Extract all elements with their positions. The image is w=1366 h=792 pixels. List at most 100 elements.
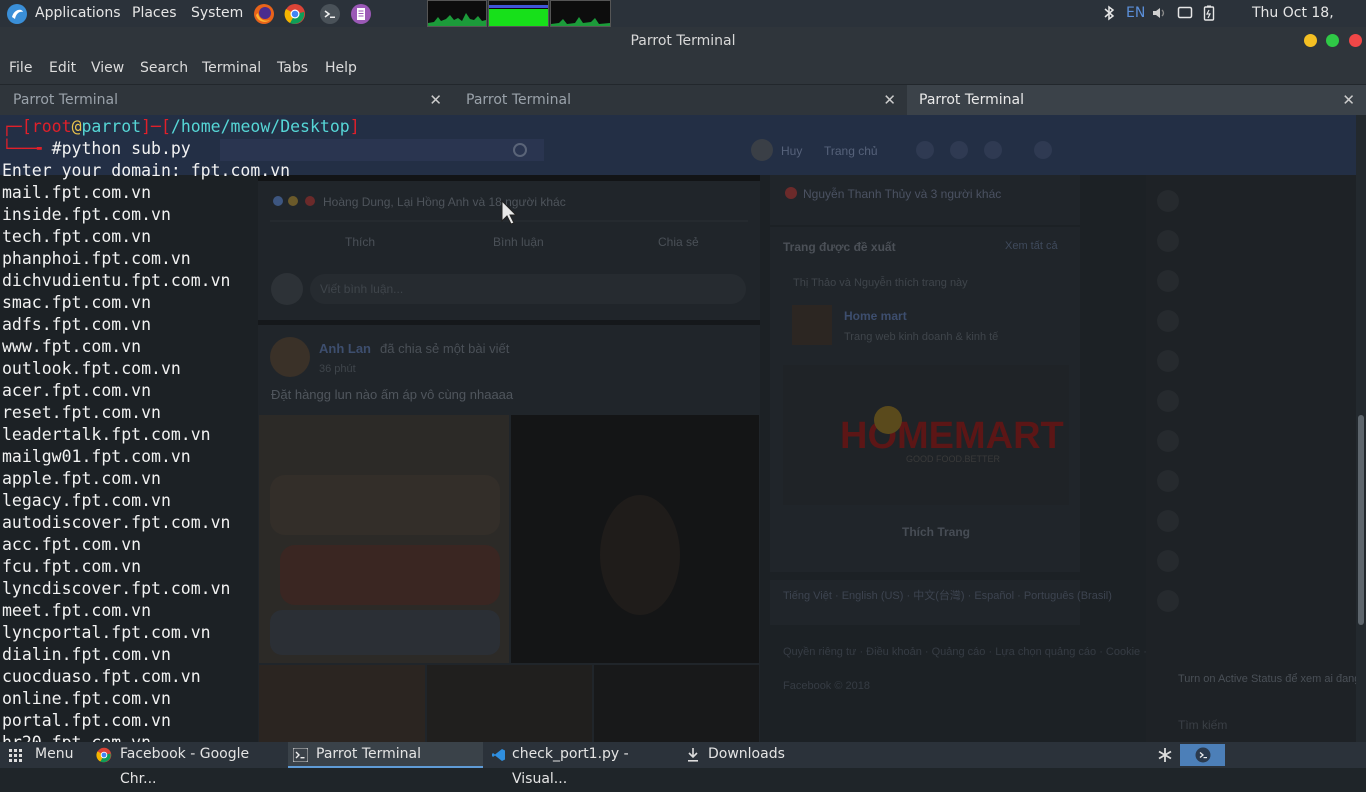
output-line: dialin.fpt.com.vn <box>2 645 171 664</box>
output-line: acer.fpt.com.vn <box>2 381 152 400</box>
taskbar-menu-button[interactable]: Menu <box>35 742 73 768</box>
top-panel: Applications Places System EN Thu Oct 18… <box>0 0 1366 48</box>
bg-share: Chia sẻ <box>658 235 699 249</box>
close-tab-icon[interactable]: ✕ <box>1342 85 1355 115</box>
taskbar-item-chrome[interactable]: Facebook - Google Chr... <box>92 742 286 787</box>
terminal-launcher-icon[interactable] <box>319 3 341 25</box>
tab-bar: Parrot Terminal ✕ Parrot Terminal ✕ Parr… <box>0 84 1366 115</box>
output-line: inside.fpt.com.vn <box>2 205 171 224</box>
output-line: portal.fpt.com.vn <box>2 711 171 730</box>
menu-help[interactable]: Help <box>325 56 357 80</box>
tab-terminal-3[interactable]: Parrot Terminal ✕ <box>907 85 1366 115</box>
tab-label: Parrot Terminal <box>466 92 572 108</box>
prompt-path: /home/meow/Desktop <box>170 117 350 136</box>
close-tab-icon[interactable]: ✕ <box>883 85 896 115</box>
output-line: lyncdiscover.fpt.com.vn <box>2 579 231 598</box>
menu-terminal[interactable]: Terminal <box>202 56 261 80</box>
bg-footer-links: Quyền riêng tư · Điều khoản · Quảng cáo … <box>783 646 1200 658</box>
bg-page-name: Home mart <box>844 309 907 323</box>
chrome-icon[interactable] <box>284 3 306 25</box>
terminal-area[interactable]: Huy Trang chủ Hoàng Dung, Lại Hồng Anh v… <box>0 115 1366 742</box>
terminal-output[interactable]: ┌─[root@parrot]─[/home/meow/Desktop] └──╼… <box>2 116 360 742</box>
tab-label: Parrot Terminal <box>13 92 119 108</box>
bg-header-home: Trang chủ <box>824 144 878 158</box>
menu-grid-icon[interactable] <box>9 749 23 762</box>
taskbar-item-label: check_port1.py - Visual... <box>512 746 629 787</box>
screen-icon[interactable] <box>1177 5 1193 21</box>
output-line: phanphoi.fpt.com.vn <box>2 249 191 268</box>
bg-see-all: Xem tất cả <box>1005 240 1058 252</box>
menu-file[interactable]: File <box>9 56 32 80</box>
menu-search[interactable]: Search <box>140 56 188 80</box>
terminal-workspace-icon <box>1195 747 1211 763</box>
system-menu[interactable]: System <box>191 0 243 27</box>
output-line: tech.fpt.com.vn <box>2 227 152 246</box>
bluetooth-icon[interactable] <box>1102 5 1116 21</box>
network-graph <box>550 0 611 27</box>
close-tab-icon[interactable]: ✕ <box>429 85 442 115</box>
window-titlebar[interactable]: Parrot Terminal <box>0 27 1366 56</box>
taskbar-item-vscode[interactable]: check_port1.py - Visual... <box>488 742 682 787</box>
taskbar-item-label: Parrot Terminal <box>316 746 422 762</box>
memory-graph <box>488 0 549 27</box>
battery-icon[interactable] <box>1203 5 1215 21</box>
prompt-line: ┌─[root@parrot]─[/home/meow/Desktop] <box>2 116 360 138</box>
menu-tabs[interactable]: Tabs <box>277 56 308 80</box>
tab-terminal-1[interactable]: Parrot Terminal ✕ <box>0 85 453 115</box>
bg-copyright: Facebook © 2018 <box>783 680 870 692</box>
workspace-switcher[interactable] <box>1180 744 1225 766</box>
menu-bar: File Edit View Search Terminal Tabs Help <box>0 56 1366 84</box>
places-menu[interactable]: Places <box>132 0 177 27</box>
terminal-scrollbar[interactable] <box>1356 115 1366 742</box>
prompt-host: parrot <box>81 117 142 136</box>
asterisk-icon[interactable] <box>1157 747 1173 763</box>
menu-view[interactable]: View <box>91 56 124 80</box>
tab-terminal-2[interactable]: Parrot Terminal ✕ <box>453 85 907 115</box>
output-line: Enter your domain: fpt.com.vn <box>2 161 291 180</box>
bg-chat-status: Turn on Active Status để xem ai đang có … <box>1178 673 1366 685</box>
window-title: Parrot Terminal <box>630 33 736 49</box>
applications-menu[interactable]: Applications <box>35 0 121 27</box>
close-window-button[interactable] <box>1349 34 1362 47</box>
bg-chat-search: Tìm kiếm <box>1178 718 1227 732</box>
terminal-icon <box>293 748 308 762</box>
keyboard-layout-indicator[interactable]: EN <box>1126 0 1145 27</box>
bottom-taskbar: Menu Facebook - Google Chr... Parrot Ter… <box>0 742 1366 787</box>
clock[interactable]: Thu Oct 18, 12:09 <box>1252 0 1366 48</box>
vscode-icon <box>492 749 505 761</box>
output-line: mail.fpt.com.vn <box>2 183 152 202</box>
prompt-arrow: └──╼ <box>2 139 52 158</box>
bg-page-logo: HOMEMART <box>840 415 1064 457</box>
bg-page-desc: Trang web kinh doanh & kinh tế <box>844 331 998 343</box>
prompt-bracket: ] <box>349 117 360 136</box>
text-editor-icon[interactable] <box>350 3 372 25</box>
command-line: └──╼ #python sub.py <box>2 138 360 160</box>
output-line: lyncportal.fpt.com.vn <box>2 623 211 642</box>
output-line: dichvudientu.fpt.com.vn <box>2 271 231 290</box>
prompt-at: @ <box>71 117 82 136</box>
scrollbar-thumb[interactable] <box>1358 415 1364 625</box>
bg-page-slogan: GOOD FOOD.BETTER <box>906 454 1001 464</box>
taskbar-item-downloads[interactable]: Downloads <box>684 742 824 768</box>
firefox-icon[interactable] <box>253 3 275 25</box>
bg-liked-by: Thị Thảo và Nguyễn thích trang này <box>793 276 968 289</box>
taskbar-item-terminal[interactable]: Parrot Terminal <box>288 742 483 768</box>
output-line: reset.fpt.com.vn <box>2 403 161 422</box>
output-line: fcu.fpt.com.vn <box>2 557 142 576</box>
output-line: legacy.fpt.com.vn <box>2 491 171 510</box>
output-line: apple.fpt.com.vn <box>2 469 161 488</box>
output-line: leadertalk.fpt.com.vn <box>2 425 211 444</box>
volume-icon[interactable] <box>1151 5 1169 21</box>
bg-post-action: đã chia sẻ một bài viết <box>380 341 510 356</box>
output-line: mailgw01.fpt.com.vn <box>2 447 191 466</box>
cpu-graph <box>427 0 487 27</box>
download-arrow-icon <box>688 748 698 762</box>
minimize-button[interactable] <box>1304 34 1317 47</box>
bg-right-activity: Nguyễn Thanh Thủy và 3 người khác <box>803 186 1001 201</box>
parrot-logo-icon[interactable] <box>6 3 28 25</box>
prompt-bracket: ]─[ <box>141 117 171 136</box>
maximize-button[interactable] <box>1326 34 1339 47</box>
menu-edit[interactable]: Edit <box>49 56 76 80</box>
taskbar-item-label: Downloads <box>708 746 785 762</box>
prompt-bracket: ┌─[ <box>2 117 32 136</box>
